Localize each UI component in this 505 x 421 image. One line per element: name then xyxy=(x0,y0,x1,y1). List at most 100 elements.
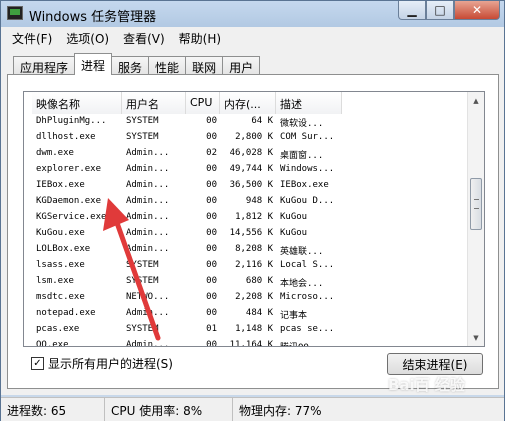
process-user: Admin... xyxy=(126,164,170,174)
process-name: dllhost.exe xyxy=(36,132,96,142)
process-name: pcas.exe xyxy=(36,324,80,334)
process-user: Admin... xyxy=(126,244,170,254)
process-memory: 1,812 K xyxy=(235,212,273,222)
main-area: 应用程序 进程 服务 性能 联网 用户 映像名称 用户名 CPU 内存(... … xyxy=(1,47,504,395)
process-name: LOLBox.exe xyxy=(36,244,91,254)
menu-bar: 文件(F) 选项(O) 查看(V) 帮助(H) xyxy=(1,27,504,47)
process-name: KuGou.exe xyxy=(36,228,85,238)
process-memory: 680 K xyxy=(245,276,273,286)
process-description: 桌面窗... xyxy=(280,151,324,161)
watermark: Bai百 经验 xyxy=(388,376,465,394)
process-user: SYSTEM xyxy=(126,116,159,126)
tab-performance[interactable]: 性能 xyxy=(148,56,187,75)
process-cpu: 01 xyxy=(206,324,217,334)
process-cpu: 00 xyxy=(206,228,217,238)
process-memory: 948 K xyxy=(245,196,273,206)
process-user: SYSTEM xyxy=(126,324,159,334)
column-image-name[interactable]: 映像名称 xyxy=(32,92,122,114)
scroll-thumb[interactable] xyxy=(470,178,482,230)
process-user: SYSTEM xyxy=(126,260,159,270)
column-user-name[interactable]: 用户名 xyxy=(122,92,186,114)
process-description: Windows... xyxy=(280,164,335,174)
menu-help[interactable]: 帮助(H) xyxy=(172,27,228,47)
process-cpu: 00 xyxy=(206,276,217,286)
process-description: KuGou D... xyxy=(280,196,335,206)
process-memory: 484 K xyxy=(245,308,273,318)
process-memory: 11,164 K xyxy=(229,340,273,347)
process-user: Admin... xyxy=(126,308,170,318)
process-name: KGService.exe xyxy=(36,212,107,222)
process-name: QQ.exe xyxy=(36,340,69,347)
title-bar[interactable]: Windows 任务管理器 ▁ □ ✕ xyxy=(1,1,504,27)
tab-services[interactable]: 服务 xyxy=(111,56,150,75)
column-memory[interactable]: 内存(... xyxy=(220,92,276,114)
show-all-users-label: 显示所有用户的进程(S) xyxy=(48,357,173,371)
process-row[interactable]: pcas.exe SYSTEM 01 1,148 K pcas se... xyxy=(32,322,342,338)
menu-view[interactable]: 查看(V) xyxy=(116,27,172,47)
process-user: Admin... xyxy=(126,196,170,206)
process-name: IEBox.exe xyxy=(36,180,85,190)
process-user: Admin... xyxy=(126,212,170,222)
process-memory: 49,744 K xyxy=(229,164,273,174)
tab-strip: 应用程序 进程 服务 性能 联网 用户 xyxy=(13,53,261,75)
process-row[interactable]: KGService.exe Admin... 00 1,812 K KuGou xyxy=(32,210,342,226)
process-description: KuGou xyxy=(280,212,308,222)
process-name: dwm.exe xyxy=(36,148,74,158)
process-memory: 8,208 K xyxy=(235,244,273,254)
status-bar: 进程数: 65 CPU 使用率: 8% 物理内存: 77% xyxy=(1,397,504,421)
process-row[interactable]: QQ.exe Admin... 00 11,164 K腾讯QQ xyxy=(32,338,342,347)
process-row[interactable]: lsass.exe SYSTEM 00 2,116 K Local S... xyxy=(32,258,342,274)
tab-networking[interactable]: 联网 xyxy=(185,56,224,75)
process-cpu: 00 xyxy=(206,340,217,347)
process-user: Admin... xyxy=(126,340,170,347)
scroll-up-icon[interactable]: ▲ xyxy=(468,92,484,109)
status-cpu-usage: CPU 使用率: 8% xyxy=(105,398,233,421)
menu-options[interactable]: 选项(O) xyxy=(59,27,116,47)
process-user: NETWO... xyxy=(126,292,170,302)
process-name: DhPluginMg... xyxy=(36,116,107,126)
process-memory: 36,500 K xyxy=(229,180,273,190)
menu-file[interactable]: 文件(F) xyxy=(5,27,59,47)
process-row[interactable]: dllhost.exe SYSTEM 00 2,800 K COM Sur... xyxy=(32,130,342,146)
vertical-scrollbar[interactable]: ▲ ▼ xyxy=(467,92,484,346)
process-list-header: 映像名称 用户名 CPU 内存(... 描述 xyxy=(32,92,342,114)
maximize-button[interactable]: □ xyxy=(426,1,454,20)
tab-applications[interactable]: 应用程序 xyxy=(13,56,76,75)
minimize-button[interactable]: ▁ xyxy=(398,1,426,20)
close-button[interactable]: ✕ xyxy=(454,1,500,20)
column-cpu[interactable]: CPU xyxy=(186,92,220,114)
process-description: IEBox.exe xyxy=(280,180,329,190)
process-cpu: 00 xyxy=(206,164,217,174)
process-row[interactable]: explorer.exe Admin... 00 49,744 K Windows... xyxy=(32,162,342,178)
process-list[interactable]: 映像名称 用户名 CPU 内存(... 描述 DhPluginMg... SYST… xyxy=(23,91,485,347)
process-description: Local S... xyxy=(280,260,335,270)
process-row[interactable]: KGDaemon.exe Admin... 00 948 K KuGou D... xyxy=(32,194,342,210)
process-description: Microso... xyxy=(280,292,335,302)
process-memory: 1,148 K xyxy=(235,324,273,334)
tab-processes[interactable]: 进程 xyxy=(74,53,113,75)
process-row[interactable]: dwm.exe Admin... 02 46,028 K 桌面窗... xyxy=(32,146,342,162)
tab-users[interactable]: 用户 xyxy=(222,56,261,75)
process-cpu: 00 xyxy=(206,196,217,206)
process-row[interactable]: LOLBox.exe Admin... 00 8,208 K 英雄联... xyxy=(32,242,342,258)
process-description: 微软设... xyxy=(280,119,324,129)
end-process-button[interactable]: 结束进程(E) xyxy=(387,353,483,375)
column-description[interactable]: 描述 xyxy=(276,92,342,114)
show-all-users-option[interactable]: ✓ 显示所有用户的进程(S) xyxy=(31,355,173,372)
process-description: 英雄联... xyxy=(280,247,324,257)
process-row[interactable]: DhPluginMg... SYSTEM 00 64 K 微软设... xyxy=(32,114,342,130)
show-all-users-checkbox[interactable]: ✓ xyxy=(31,357,44,370)
process-row[interactable]: KuGou.exe Admin... 00 14,556 K KuGou xyxy=(32,226,342,242)
scroll-down-icon[interactable]: ▼ xyxy=(468,329,484,346)
process-row[interactable]: IEBox.exe Admin... 00 36,500 K IEBox.exe xyxy=(32,178,342,194)
process-description: KuGou xyxy=(280,228,308,238)
process-row[interactable]: msdtc.exe NETWO... 00 2,208 K Microso... xyxy=(32,290,342,306)
window-controls: ▁ □ ✕ xyxy=(398,1,500,20)
status-process-count: 进程数: 65 xyxy=(1,398,105,421)
process-cpu: 00 xyxy=(206,244,217,254)
process-user: Admin... xyxy=(126,228,170,238)
process-user: Admin... xyxy=(126,180,170,190)
process-row[interactable]: lsm.exe SYSTEM 00 680 K 本地会... xyxy=(32,274,342,290)
process-memory: 64 K xyxy=(251,116,273,126)
process-row[interactable]: notepad.exe Admin... 00 484 K 记事本 xyxy=(32,306,342,322)
